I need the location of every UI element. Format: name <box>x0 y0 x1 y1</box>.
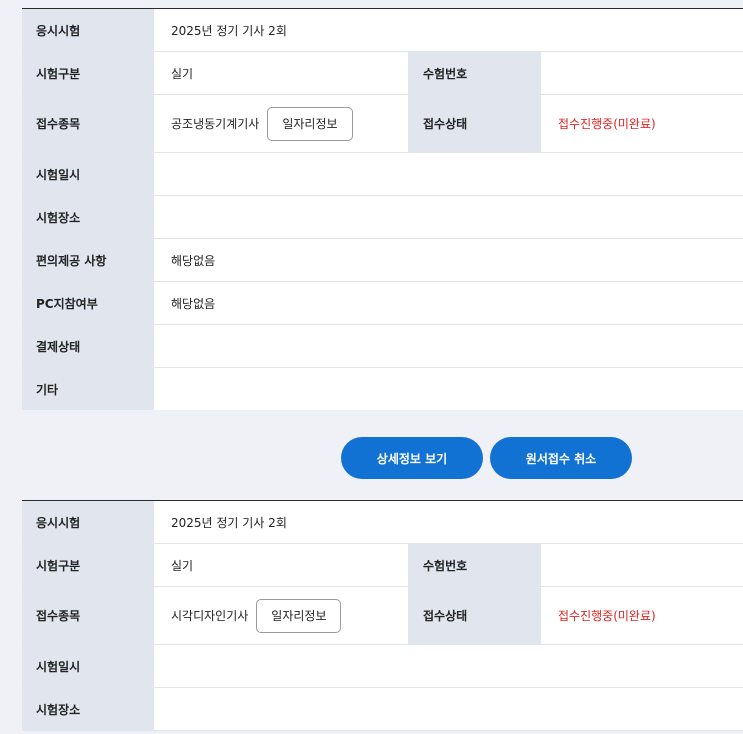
item-label: 접수종목 <box>22 587 154 644</box>
exam-label: 응시시험 <box>22 501 154 543</box>
exam-number-label: 수험번호 <box>408 544 541 586</box>
item-value: 공조냉동기계기사 <box>171 117 260 131</box>
etc-label: 기타 <box>22 368 154 410</box>
item-cell: 공조냉동기계기사 일자리정보 <box>154 95 408 152</box>
item-cell: 시각디자인기사 일자리정보 <box>154 587 408 644</box>
item-row: 접수종목 공조냉동기계기사 일자리정보 접수상태 접수진행중(미완료) <box>22 95 743 153</box>
datetime-label: 시험일시 <box>22 645 154 687</box>
exam-value: 2025년 정기 기사 2회 <box>171 515 287 530</box>
category-row: 시험구분 실기 수험번호 <box>22 52 743 95</box>
datetime-row: 시험일시 <box>22 153 743 196</box>
detail-info-button[interactable]: 상세정보 보기 <box>341 437 483 479</box>
place-value <box>154 688 743 730</box>
item-label: 접수종목 <box>22 95 154 152</box>
status-value: 접수진행중(미완료) <box>558 117 656 131</box>
convenience-value: 해당없음 <box>171 253 216 268</box>
datetime-value <box>154 645 743 687</box>
place-label: 시험장소 <box>22 196 154 238</box>
category-value: 실기 <box>171 558 194 573</box>
category-label: 시험구분 <box>22 544 154 586</box>
datetime-value <box>154 153 743 195</box>
place-row: 시험장소 <box>22 196 743 239</box>
application-card-1: 응시시험 2025년 정기 기사 2회 시험구분 실기 수험번호 접수종목 공조… <box>22 8 743 410</box>
exam-label: 응시시험 <box>22 9 154 51</box>
category-row: 시험구분 실기 수험번호 <box>22 544 743 587</box>
action-buttons: 상세정보 보기 원서접수 취소 <box>341 437 632 479</box>
exam-number-label: 수험번호 <box>408 52 541 94</box>
payment-row: 결제상태 <box>22 325 743 368</box>
exam-number-value <box>541 52 743 94</box>
status-label: 접수상태 <box>408 95 541 152</box>
payment-label: 결제상태 <box>22 325 154 367</box>
convenience-label: 편의제공 사항 <box>22 239 154 281</box>
status-value: 접수진행중(미완료) <box>558 609 656 623</box>
category-label: 시험구분 <box>22 52 154 94</box>
exam-value: 2025년 정기 기사 2회 <box>171 23 287 38</box>
etc-row: 기타 <box>22 368 743 410</box>
category-value: 실기 <box>171 66 194 81</box>
place-value <box>154 196 743 238</box>
cancel-application-button[interactable]: 원서접수 취소 <box>490 437 632 479</box>
pc-label: PC지참여부 <box>22 282 154 324</box>
item-value: 시각디자인기사 <box>171 609 249 623</box>
pc-row: PC지참여부 해당없음 <box>22 282 743 325</box>
status-label: 접수상태 <box>408 587 541 644</box>
application-card-2: 응시시험 2025년 정기 기사 2회 시험구분 실기 수험번호 접수종목 시각… <box>22 500 743 731</box>
exam-row: 응시시험 2025년 정기 기사 2회 <box>22 501 743 544</box>
place-label: 시험장소 <box>22 688 154 730</box>
job-info-button[interactable]: 일자리정보 <box>256 598 342 633</box>
datetime-row: 시험일시 <box>22 645 743 688</box>
etc-value <box>154 368 743 410</box>
job-info-button[interactable]: 일자리정보 <box>267 106 353 141</box>
item-row: 접수종목 시각디자인기사 일자리정보 접수상태 접수진행중(미완료) <box>22 587 743 645</box>
exam-row: 응시시험 2025년 정기 기사 2회 <box>22 9 743 52</box>
place-row: 시험장소 <box>22 688 743 731</box>
payment-value <box>154 325 743 367</box>
datetime-label: 시험일시 <box>22 153 154 195</box>
exam-number-value <box>541 544 743 586</box>
convenience-row: 편의제공 사항 해당없음 <box>22 239 743 282</box>
pc-value: 해당없음 <box>171 296 216 311</box>
